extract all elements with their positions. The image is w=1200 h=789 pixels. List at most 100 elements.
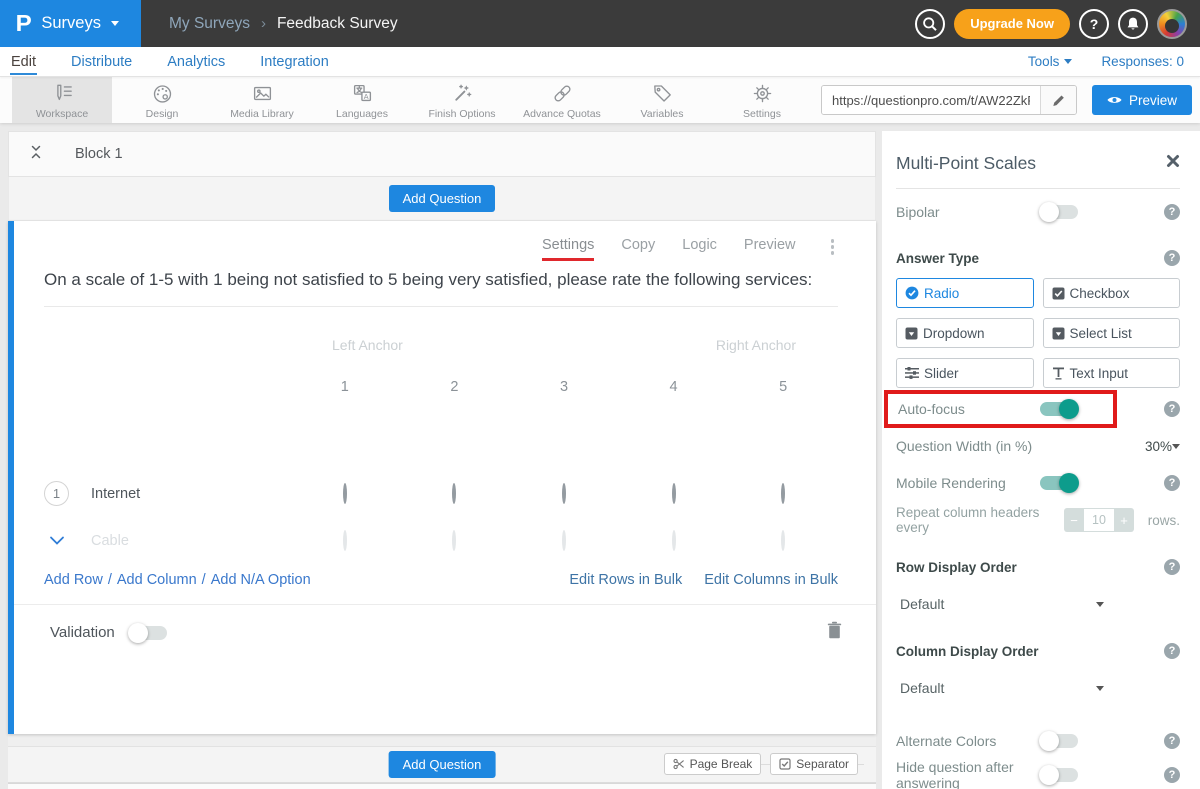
help-icon[interactable]: ?: [1164, 643, 1180, 659]
separator-button[interactable]: Separator: [770, 753, 858, 775]
repeat-headers-input[interactable]: [1084, 508, 1114, 532]
left-anchor-input[interactable]: Left Anchor: [332, 337, 403, 353]
question-tab-settings[interactable]: Settings: [542, 237, 594, 257]
stepper-minus-button[interactable]: −: [1064, 508, 1084, 532]
radio-button[interactable]: [343, 530, 347, 551]
column-display-order-select[interactable]: Default: [896, 676, 1104, 700]
radio-button[interactable]: [452, 530, 456, 551]
stepper-plus-button[interactable]: +: [1114, 508, 1134, 532]
answer-type-select-list[interactable]: Select List: [1043, 318, 1181, 348]
row-label[interactable]: Internet: [91, 486, 140, 502]
column-header[interactable]: 1: [290, 379, 400, 395]
caret-icon[interactable]: [1172, 444, 1180, 449]
radio-button[interactable]: [672, 483, 676, 504]
answer-type-checkbox[interactable]: Checkbox: [1043, 278, 1181, 308]
column-header[interactable]: 5: [728, 379, 838, 395]
help-icon[interactable]: ?: [1164, 733, 1180, 749]
survey-url-input[interactable]: [822, 86, 1040, 114]
toolbar-item-label: Media Library: [230, 108, 294, 120]
add-question-strip: Add Question: [8, 177, 876, 221]
add-question-button-bottom[interactable]: Add Question: [389, 751, 496, 778]
radio-button[interactable]: [781, 483, 785, 504]
add-column-link[interactable]: Add Column: [117, 572, 197, 588]
bipolar-toggle[interactable]: [1040, 205, 1078, 219]
help-icon[interactable]: ?: [1164, 250, 1180, 266]
block-title[interactable]: Block 1: [75, 146, 123, 162]
help-icon[interactable]: ?: [1164, 401, 1180, 417]
help-button[interactable]: ?: [1079, 9, 1109, 39]
page-break-button[interactable]: Page Break: [664, 753, 762, 775]
toolbar-item-settings[interactable]: Settings: [712, 77, 812, 123]
delete-question-button[interactable]: [827, 621, 842, 644]
column-header[interactable]: 3: [509, 379, 619, 395]
question-text[interactable]: On a scale of 1-5 with 1 being not satis…: [44, 267, 838, 293]
add-row-link[interactable]: Add Row: [44, 572, 103, 588]
answer-type-slider[interactable]: Slider: [896, 358, 1034, 388]
question-tab-copy[interactable]: Copy: [621, 237, 655, 257]
help-icon[interactable]: ?: [1164, 204, 1180, 220]
help-icon[interactable]: ?: [1164, 559, 1180, 575]
toolbar-item-media-library[interactable]: Media Library: [212, 77, 312, 123]
editor-body: Block 1 Add Question Settings Copy Logic…: [0, 123, 1200, 789]
row-display-order-select[interactable]: Default: [896, 592, 1104, 616]
toolbar-item-languages[interactable]: A Languages: [312, 77, 412, 123]
toolbar-item-workspace[interactable]: Workspace: [12, 77, 112, 123]
alternate-colors-toggle[interactable]: [1040, 734, 1078, 748]
tab-edit[interactable]: Edit: [10, 49, 37, 75]
edit-rows-bulk-link[interactable]: Edit Rows in Bulk: [569, 572, 682, 588]
toolbar-item-variables[interactable]: Variables: [612, 77, 712, 123]
validation-toggle[interactable]: [129, 626, 167, 640]
radio-button[interactable]: [343, 483, 347, 504]
separator-icon: [779, 758, 791, 770]
preview-button[interactable]: Preview: [1092, 85, 1192, 115]
upgrade-now-button[interactable]: Upgrade Now: [954, 9, 1070, 39]
column-header[interactable]: 2: [400, 379, 510, 395]
toolbar-item-label: Design: [146, 108, 179, 120]
add-question-button-top[interactable]: Add Question: [389, 185, 496, 212]
right-anchor-input[interactable]: Right Anchor: [716, 337, 796, 353]
radio-button[interactable]: [781, 530, 785, 551]
validation-label: Validation: [50, 624, 115, 641]
avatar[interactable]: [1157, 9, 1187, 39]
notifications-button[interactable]: [1118, 9, 1148, 39]
tab-analytics[interactable]: Analytics: [166, 49, 226, 75]
radio-button[interactable]: [562, 530, 566, 551]
row-expand-button[interactable]: [44, 536, 69, 546]
tab-integration[interactable]: Integration: [259, 49, 330, 75]
hide-question-setting: Hide question after answering ?: [896, 764, 1180, 786]
product-switcher[interactable]: P Surveys: [0, 0, 141, 47]
tab-distribute[interactable]: Distribute: [70, 49, 133, 75]
nav-tabs: Edit Distribute Analytics Integration: [10, 49, 330, 75]
question-width-value[interactable]: 30%: [1145, 439, 1172, 454]
editor-toolbar: Workspace Design Media Library A Languag…: [0, 77, 1200, 123]
radio-button[interactable]: [562, 483, 566, 504]
question-tab-preview[interactable]: Preview: [744, 237, 796, 257]
collapse-block-button[interactable]: [29, 144, 43, 165]
answer-type-text-input[interactable]: Text Input: [1043, 358, 1181, 388]
toolbar-item-design[interactable]: Design: [112, 77, 212, 123]
answer-type-label: Slider: [924, 366, 959, 381]
help-icon[interactable]: ?: [1164, 767, 1180, 783]
edit-url-button[interactable]: [1040, 86, 1076, 114]
question-menu-button[interactable]: [827, 237, 839, 257]
radio-button[interactable]: [672, 530, 676, 551]
toolbar-item-finish-options[interactable]: Finish Options: [412, 77, 512, 123]
answer-type-dropdown[interactable]: Dropdown: [896, 318, 1034, 348]
tools-menu[interactable]: Tools: [1028, 54, 1073, 69]
radio-button[interactable]: [452, 483, 456, 504]
row-label[interactable]: Cable: [91, 533, 129, 549]
close-panel-button[interactable]: [1166, 154, 1180, 173]
help-icon[interactable]: ?: [1164, 475, 1180, 491]
mobile-rendering-toggle[interactable]: [1040, 476, 1078, 490]
auto-focus-toggle[interactable]: [1040, 402, 1078, 416]
search-button[interactable]: [915, 9, 945, 39]
question-tab-logic[interactable]: Logic: [682, 237, 717, 257]
hide-question-toggle[interactable]: [1040, 768, 1078, 782]
breadcrumb-my-surveys[interactable]: My Surveys: [169, 15, 250, 33]
column-header[interactable]: 4: [619, 379, 729, 395]
answer-type-radio[interactable]: Radio: [896, 278, 1034, 308]
edit-columns-bulk-link[interactable]: Edit Columns in Bulk: [704, 572, 838, 588]
add-na-option-link[interactable]: Add N/A Option: [211, 572, 311, 588]
toolbar-item-advance-quotas[interactable]: Advance Quotas: [512, 77, 612, 123]
responses-count[interactable]: Responses: 0: [1101, 54, 1184, 69]
